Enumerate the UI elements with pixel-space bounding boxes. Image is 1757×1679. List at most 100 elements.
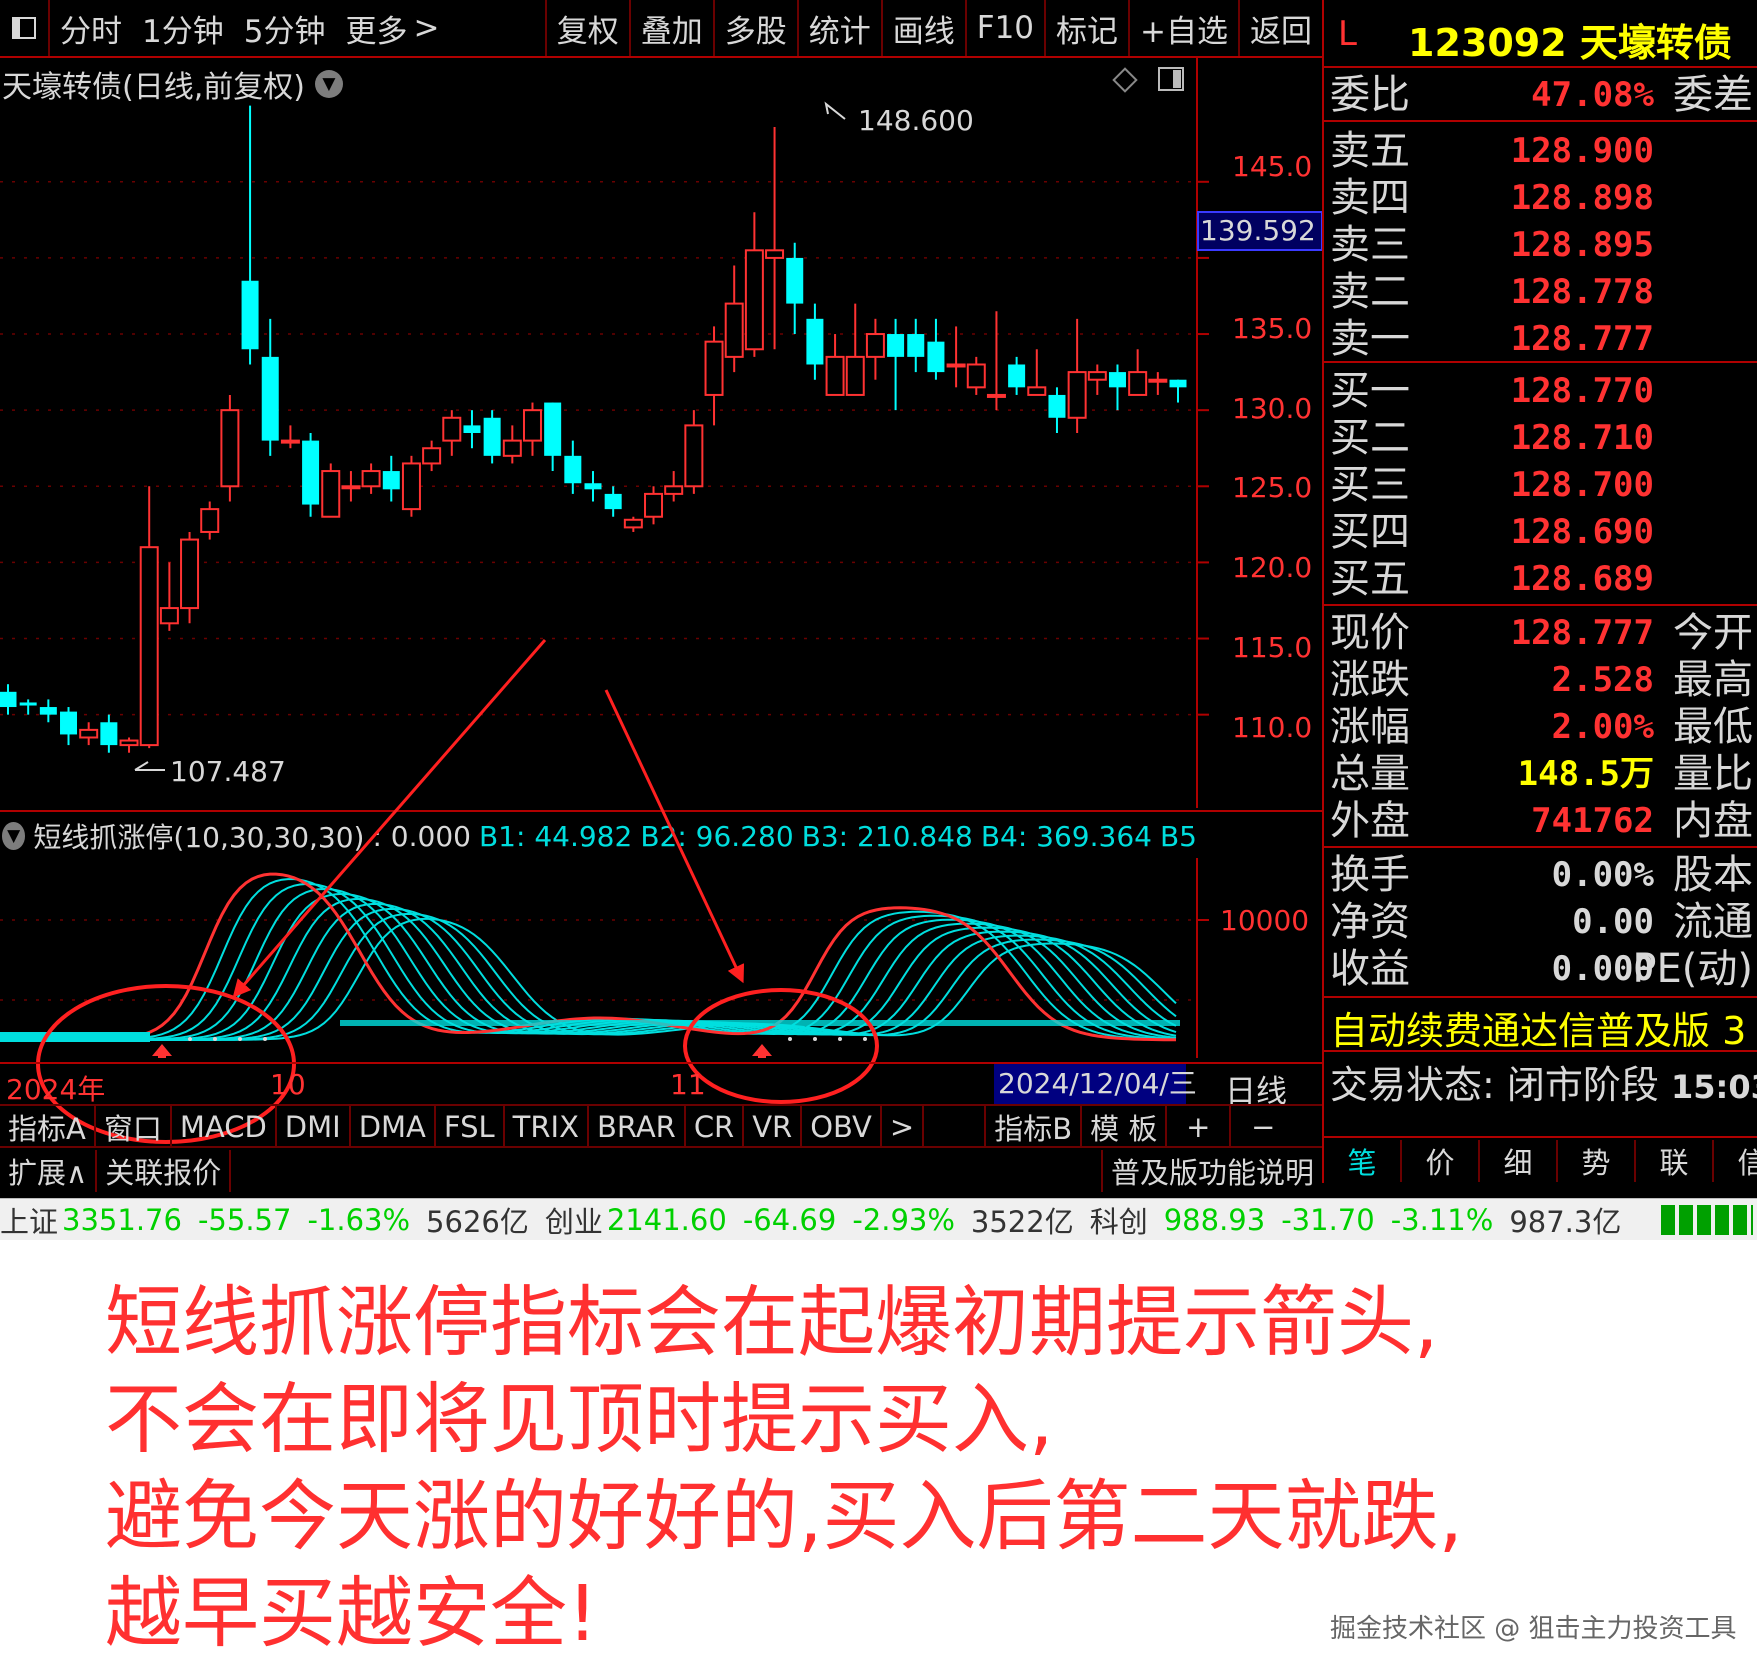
stat-row: 涨跌 2.528 最高	[1324, 657, 1757, 703]
candle-body	[825, 355, 845, 396]
tab-1min[interactable]: 1分钟	[132, 0, 234, 56]
stat-value: 148.5万	[1517, 754, 1654, 794]
stat-row: 现价 128.777 今开	[1324, 610, 1757, 656]
panel-toggle-icon[interactable]	[1158, 67, 1184, 91]
tab-expand[interactable]: 扩展∧	[0, 1150, 98, 1192]
trade-time: 15:03	[1670, 1068, 1757, 1106]
buy-row[interactable]: 买四 128.690	[1324, 509, 1757, 555]
diamond-icon[interactable]	[1112, 67, 1138, 93]
candle	[139, 486, 159, 749]
stat-value: 2.528	[1551, 660, 1654, 700]
quote-tab[interactable]: 信	[1714, 1140, 1757, 1182]
buy-row[interactable]: 买二 128.710	[1324, 415, 1757, 461]
tab-template[interactable]: 模 板	[1082, 1106, 1168, 1148]
quote-tab[interactable]: 笔	[1324, 1140, 1402, 1182]
buy-row[interactable]: 买三 128.700	[1324, 462, 1757, 508]
candle-body	[502, 439, 522, 457]
tab-macd[interactable]: MACD	[172, 1106, 277, 1148]
tab-5min[interactable]: 5分钟	[234, 0, 336, 56]
tab-fanhui[interactable]: 返回	[1238, 0, 1322, 56]
caption-line: 短线抓涨停指标会在起爆初期提示箭头,	[105, 1279, 1439, 1368]
sell-price: 128.898	[1510, 178, 1654, 218]
divider	[1324, 846, 1757, 848]
sell-row[interactable]: 卖二 128.778	[1324, 269, 1757, 315]
ticker-kc-value: 988.93	[1163, 1202, 1266, 1237]
candle	[927, 318, 945, 380]
price-tag: 139.592	[1197, 211, 1322, 251]
indicator-b2: B2: 96.280	[640, 819, 794, 853]
window-icon[interactable]	[0, 0, 48, 56]
tab-diejia[interactable]: 叠加	[628, 0, 713, 56]
stat-label: 净资	[1330, 899, 1410, 945]
quote-tab[interactable]: 价	[1402, 1140, 1480, 1182]
tab-window[interactable]: 窗口	[96, 1106, 172, 1148]
ticker-sh-change: -55.57	[197, 1202, 292, 1237]
current-date: 2024/12/04/三	[994, 1064, 1197, 1104]
tab-f10[interactable]: F10	[964, 0, 1044, 56]
sell-label: 卖二	[1330, 269, 1410, 315]
tab-biaoji[interactable]: 标记	[1044, 0, 1128, 56]
stat-row: 涨幅 2.00% 最低	[1324, 704, 1757, 750]
candle	[382, 455, 400, 502]
remove-pane-button[interactable]: −	[1231, 1106, 1295, 1148]
tab-dmi[interactable]: DMI	[277, 1106, 351, 1148]
trade-status: 交易状态: 闭市阶段 15:03	[1330, 1054, 1757, 1109]
tab-more[interactable]: 更多 >	[335, 0, 449, 56]
tab-fuquan[interactable]: 复权	[544, 0, 629, 56]
tab-fenshi[interactable]: 分时	[48, 0, 132, 56]
tab-indicator-b[interactable]: 指标B	[984, 1106, 1083, 1148]
indicator-line	[0, 882, 1177, 1041]
buy-row[interactable]: 买一 128.770	[1324, 368, 1757, 414]
tab-dma[interactable]: DMA	[351, 1106, 436, 1148]
quote-tab[interactable]: 细	[1480, 1140, 1558, 1182]
stat-row: 换手 0.00% 股本	[1324, 852, 1757, 898]
ticker-cy-label: 创业	[544, 1204, 603, 1239]
tab-cr[interactable]: CR	[686, 1106, 745, 1148]
sell-row[interactable]: 卖五 128.900	[1324, 128, 1757, 174]
tabs-more-chevron-icon[interactable]: >	[882, 1106, 925, 1148]
stat-row: 外盘 741762 内盘	[1324, 798, 1757, 844]
help-link[interactable]: 普及版功能说明	[1100, 1150, 1322, 1192]
add-pane-button[interactable]: +	[1167, 1106, 1232, 1148]
chevron-down-icon[interactable]: ▼	[2, 822, 26, 850]
candle	[786, 242, 804, 335]
tab-zixuan[interactable]: +自选	[1128, 0, 1238, 56]
tab-related-quotes[interactable]: 关联报价	[97, 1150, 232, 1192]
tab-trix[interactable]: TRIX	[505, 1106, 589, 1148]
candle-body	[422, 447, 442, 465]
candle-body	[361, 470, 381, 488]
candle	[280, 425, 300, 449]
candle-body	[119, 739, 139, 747]
candle	[1027, 349, 1047, 396]
promo-banner[interactable]: 自动续费通达信普及版 3	[1330, 1000, 1746, 1055]
quote-tab[interactable]: 势	[1558, 1140, 1636, 1182]
tab-indicator-a[interactable]: 指标A	[0, 1106, 96, 1148]
quote-header: L 123092 天壕转债	[1324, 8, 1757, 65]
buy-row[interactable]: 买五 128.689	[1324, 556, 1757, 602]
tab-brar[interactable]: BRAR	[589, 1106, 686, 1148]
candle-body	[200, 508, 220, 533]
candle	[907, 318, 925, 373]
sell-row[interactable]: 卖四 128.898	[1324, 175, 1757, 221]
tab-fsl[interactable]: FSL	[436, 1106, 505, 1148]
sell-row[interactable]: 卖三 128.895	[1324, 222, 1757, 268]
candle-body	[19, 702, 37, 706]
quote-tab[interactable]: 联	[1636, 1140, 1714, 1182]
tab-duogu[interactable]: 多股	[712, 0, 797, 56]
candle	[744, 212, 764, 357]
candle-body	[744, 249, 764, 351]
stat-value: 2.00%	[1551, 707, 1654, 747]
tab-vr[interactable]: VR	[744, 1106, 803, 1148]
tab-obv[interactable]: OBV	[802, 1106, 882, 1148]
quote-tabs: 笔价细势联信	[1324, 1140, 1757, 1182]
index-ticker: 上证 3351.76 -55.57 -1.63% 5626亿 创业 2141.6…	[0, 1198, 1757, 1240]
stat-label-2: 股本	[1673, 852, 1753, 898]
tab-tongji[interactable]: 统计	[796, 0, 881, 56]
indicator-b4: B4: 369.364	[980, 819, 1152, 853]
top-toolbar: 分时 1分钟 5分钟 更多 > 复权 叠加 多股 统计 画线 F10 标记 +自选…	[0, 0, 1322, 58]
tab-huaxian[interactable]: 画线	[880, 0, 965, 56]
sell-row[interactable]: 卖一 128.777	[1324, 316, 1757, 362]
candle	[1067, 318, 1087, 433]
divider	[1324, 1136, 1757, 1138]
candle-body	[544, 402, 562, 456]
